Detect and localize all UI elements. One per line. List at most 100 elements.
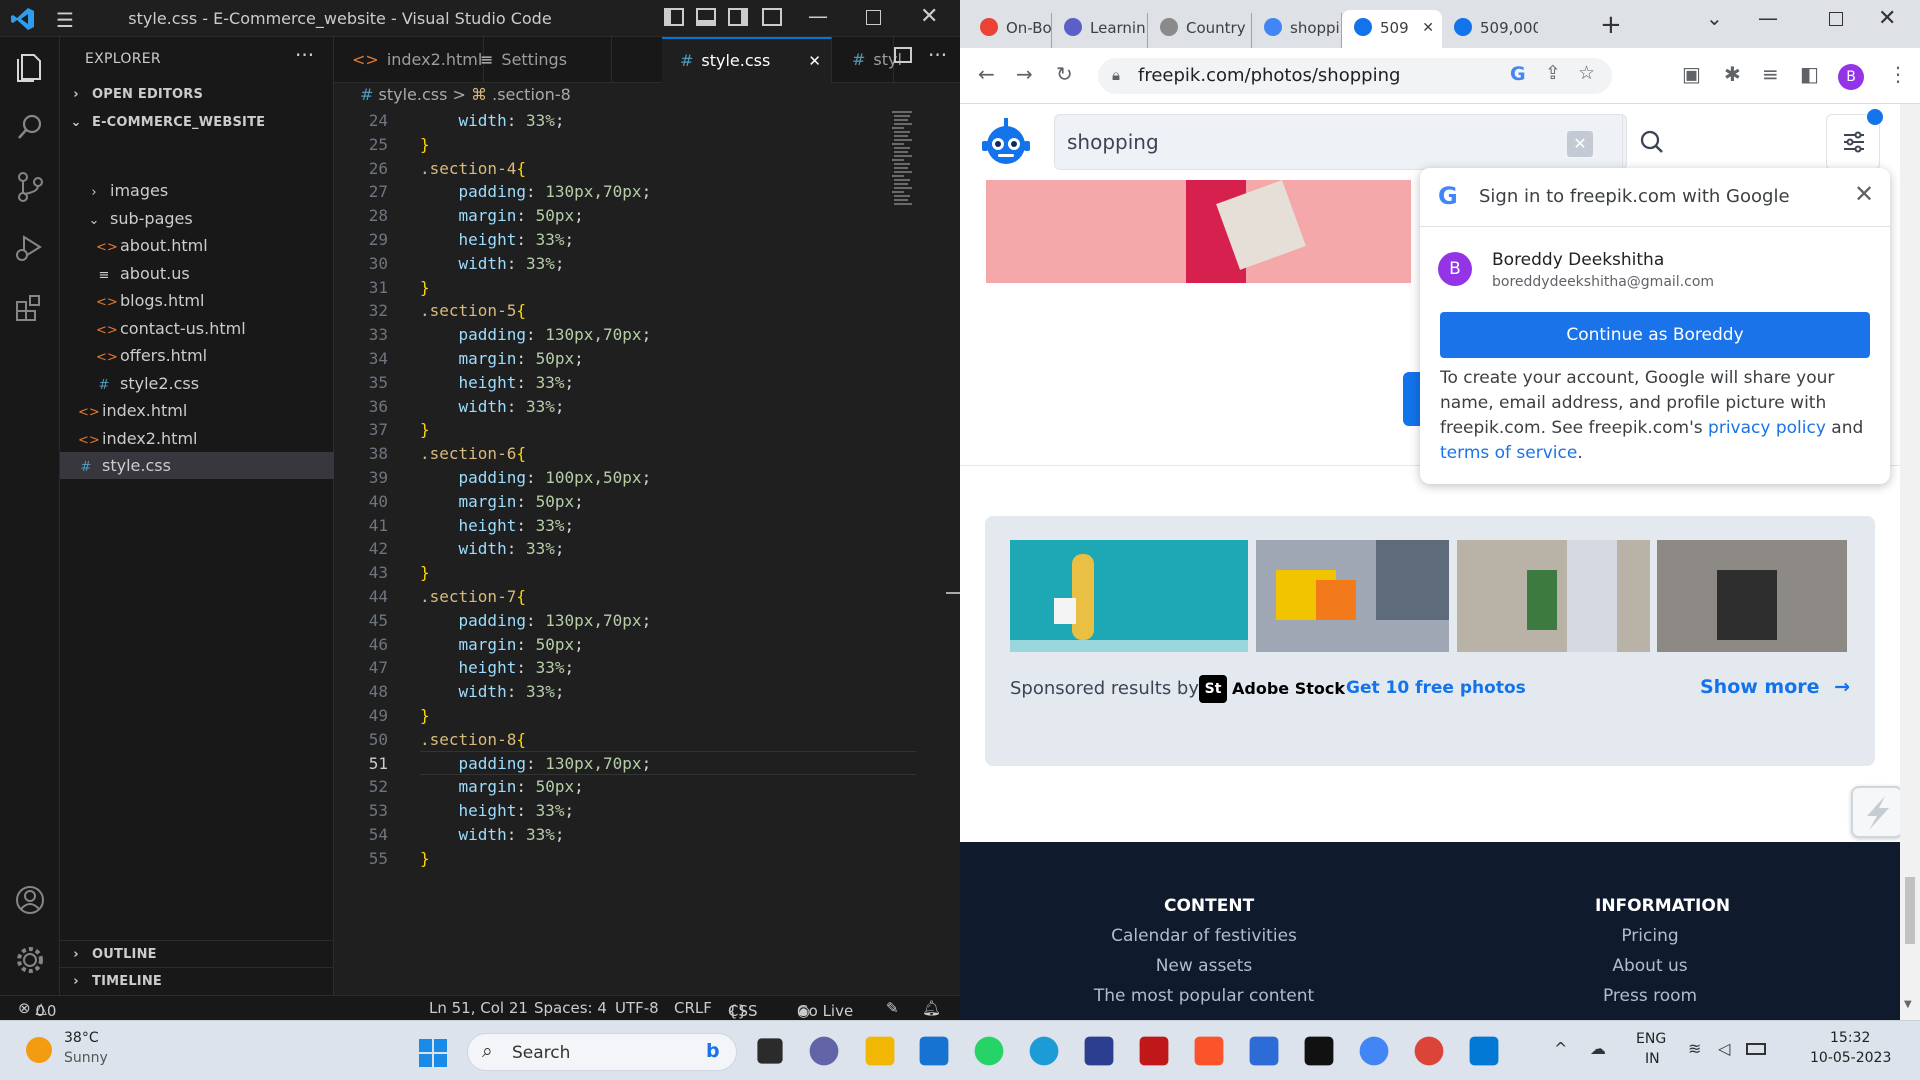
- profile-avatar[interactable]: B: [1838, 64, 1864, 90]
- outline-section[interactable]: › OUTLINE: [60, 940, 334, 967]
- explorer-item[interactable]: › images: [60, 177, 334, 204]
- volume-icon[interactable]: ◁: [1718, 1039, 1730, 1058]
- weather-desc[interactable]: Sunny: [64, 1050, 108, 1066]
- close-tab-icon[interactable]: ✕: [808, 39, 821, 83]
- file-explorer-icon[interactable]: [865, 1036, 895, 1066]
- editor-tab[interactable]: ≡ Settings: [462, 37, 612, 83]
- browser-tab[interactable]: 509,000: [1442, 13, 1538, 48]
- code-line[interactable]: padding: 130px,70px;: [420, 609, 652, 633]
- wifi-icon[interactable]: ≋: [1688, 1039, 1701, 1058]
- language-region[interactable]: IN: [1645, 1051, 1660, 1067]
- code-line[interactable]: }: [420, 561, 430, 585]
- breadcrumb-file[interactable]: style.css: [379, 85, 448, 104]
- result-image[interactable]: [986, 180, 1411, 283]
- show-more-link[interactable]: Show more →: [1700, 676, 1850, 698]
- browser-tab[interactable]: On-Boa: [968, 13, 1052, 48]
- chrome-profile-icon[interactable]: [1414, 1036, 1444, 1066]
- footer-link[interactable]: About us: [1550, 956, 1750, 976]
- extension-icon[interactable]: ▣: [1682, 62, 1701, 86]
- editor-more-icon[interactable]: ···: [928, 43, 947, 67]
- extensions-icon[interactable]: [10, 287, 50, 327]
- explorer-item[interactable]: ≡ about.us: [60, 260, 334, 287]
- forward-icon[interactable]: →: [1016, 62, 1033, 86]
- code-line[interactable]: margin: 50px;: [420, 204, 584, 228]
- maximize-icon[interactable]: [1829, 12, 1843, 26]
- search-icon[interactable]: [10, 107, 50, 147]
- taskbar-search[interactable]: ⌕ Search b: [467, 1033, 737, 1071]
- code-line[interactable]: height: 33%;: [420, 371, 575, 395]
- whatsapp-icon[interactable]: [974, 1036, 1004, 1066]
- back-icon[interactable]: ←: [978, 62, 995, 86]
- chrome-icon[interactable]: [1359, 1036, 1389, 1066]
- encoding[interactable]: UTF-8: [615, 999, 659, 1017]
- code-line[interactable]: .section-4{: [420, 157, 526, 181]
- code-line[interactable]: height: 33%;: [420, 514, 575, 538]
- explorer-item[interactable]: ⌄ sub-pages: [60, 205, 334, 232]
- code-line[interactable]: margin: 50px;: [420, 775, 584, 799]
- code-line[interactable]: margin: 50px;: [420, 490, 584, 514]
- more-actions-icon[interactable]: ···: [295, 43, 314, 67]
- continue-button[interactable]: Continue as Boreddy: [1440, 312, 1870, 358]
- minimize-icon[interactable]: —: [1758, 6, 1778, 30]
- code-line[interactable]: width: 33%;: [420, 680, 565, 704]
- footer-link[interactable]: New assets: [1064, 956, 1344, 976]
- code-line[interactable]: padding: 100px,50px;: [420, 466, 652, 490]
- vscode-taskbar-icon[interactable]: [1469, 1036, 1499, 1066]
- explorer-item[interactable]: <> about.html: [60, 232, 334, 259]
- explorer-item[interactable]: <> index.html: [60, 397, 334, 424]
- task-view-icon[interactable]: [757, 1038, 783, 1064]
- close-tab-icon[interactable]: ✕: [1422, 10, 1434, 46]
- kebab-menu-icon[interactable]: ⋮: [1888, 62, 1908, 86]
- search-input[interactable]: shopping: [1067, 130, 1159, 154]
- network-status-icon[interactable]: ☁: [1590, 1039, 1606, 1058]
- manage-gear-icon[interactable]: [10, 940, 50, 980]
- explorer-item[interactable]: <> index2.html: [60, 425, 334, 452]
- footer-link[interactable]: Calendar of festivities: [1064, 926, 1344, 946]
- edge-icon[interactable]: [1029, 1036, 1059, 1066]
- terms-link[interactable]: terms of service: [1440, 443, 1577, 463]
- brave-icon[interactable]: [1194, 1036, 1224, 1066]
- scrollbar-thumb[interactable]: [1905, 877, 1915, 944]
- code-line[interactable]: .section-7{: [420, 585, 526, 609]
- freepik-logo-icon[interactable]: [980, 116, 1032, 168]
- windows-start-icon[interactable]: [419, 1039, 447, 1067]
- cursor-position[interactable]: Ln 51, Col 21: [429, 999, 528, 1017]
- toggle-secondary-sidebar-icon[interactable]: [728, 8, 748, 26]
- code-line[interactable]: height: 33%;: [420, 799, 575, 823]
- bell-icon[interactable]: 🔔︎: [922, 999, 941, 1017]
- code-line[interactable]: margin: 50px;: [420, 633, 584, 657]
- show-hidden-icons[interactable]: ^: [1554, 1039, 1567, 1058]
- puzzle-icon[interactable]: ✱: [1724, 62, 1741, 86]
- split-editor-icon[interactable]: [894, 47, 912, 63]
- code-line[interactable]: .section-5{: [420, 299, 526, 323]
- code-line[interactable]: width: 33%;: [420, 395, 565, 419]
- line-ending[interactable]: CRLF: [674, 999, 712, 1017]
- search-box[interactable]: shopping ✕: [1054, 114, 1663, 171]
- explorer-item[interactable]: <> blogs.html: [60, 287, 334, 314]
- code-line[interactable]: }: [420, 704, 430, 728]
- scroll-down-icon[interactable]: ▼: [1904, 999, 1912, 1010]
- code-line[interactable]: width: 33%;: [420, 109, 565, 133]
- breadcrumb-symbol[interactable]: .section-8: [492, 85, 571, 104]
- side-panel-icon[interactable]: ◧: [1800, 62, 1819, 86]
- code-line[interactable]: }: [420, 133, 430, 157]
- tab-search-icon[interactable]: ⌄: [1706, 6, 1723, 30]
- code-line[interactable]: width: 33%;: [420, 252, 565, 276]
- open-editors-section[interactable]: › OPEN EDITORS: [60, 81, 334, 108]
- browser-tab[interactable]: Country: [1148, 13, 1252, 48]
- explorer-item[interactable]: <> offers.html: [60, 342, 334, 369]
- editor-tab[interactable]: # styl: [834, 37, 902, 83]
- code-line[interactable]: height: 33%;: [420, 228, 575, 252]
- chat-app-icon[interactable]: [1249, 1036, 1279, 1066]
- close-icon[interactable]: ✕: [1878, 6, 1896, 31]
- source-control-icon[interactable]: [10, 167, 50, 207]
- code-line[interactable]: margin: 50px;: [420, 347, 584, 371]
- footer-link[interactable]: Pricing: [1550, 926, 1750, 946]
- sponsored-image-3[interactable]: [1457, 540, 1650, 652]
- code-line[interactable]: width: 33%;: [420, 537, 565, 561]
- bookmark-star-icon[interactable]: ☆: [1578, 62, 1595, 84]
- browser-tab[interactable]: 509 ✕: [1342, 10, 1442, 48]
- mcafee-icon[interactable]: [1139, 1036, 1169, 1066]
- privacy-policy-link[interactable]: privacy policy: [1708, 418, 1826, 438]
- google-lens-icon[interactable]: G: [1510, 63, 1526, 85]
